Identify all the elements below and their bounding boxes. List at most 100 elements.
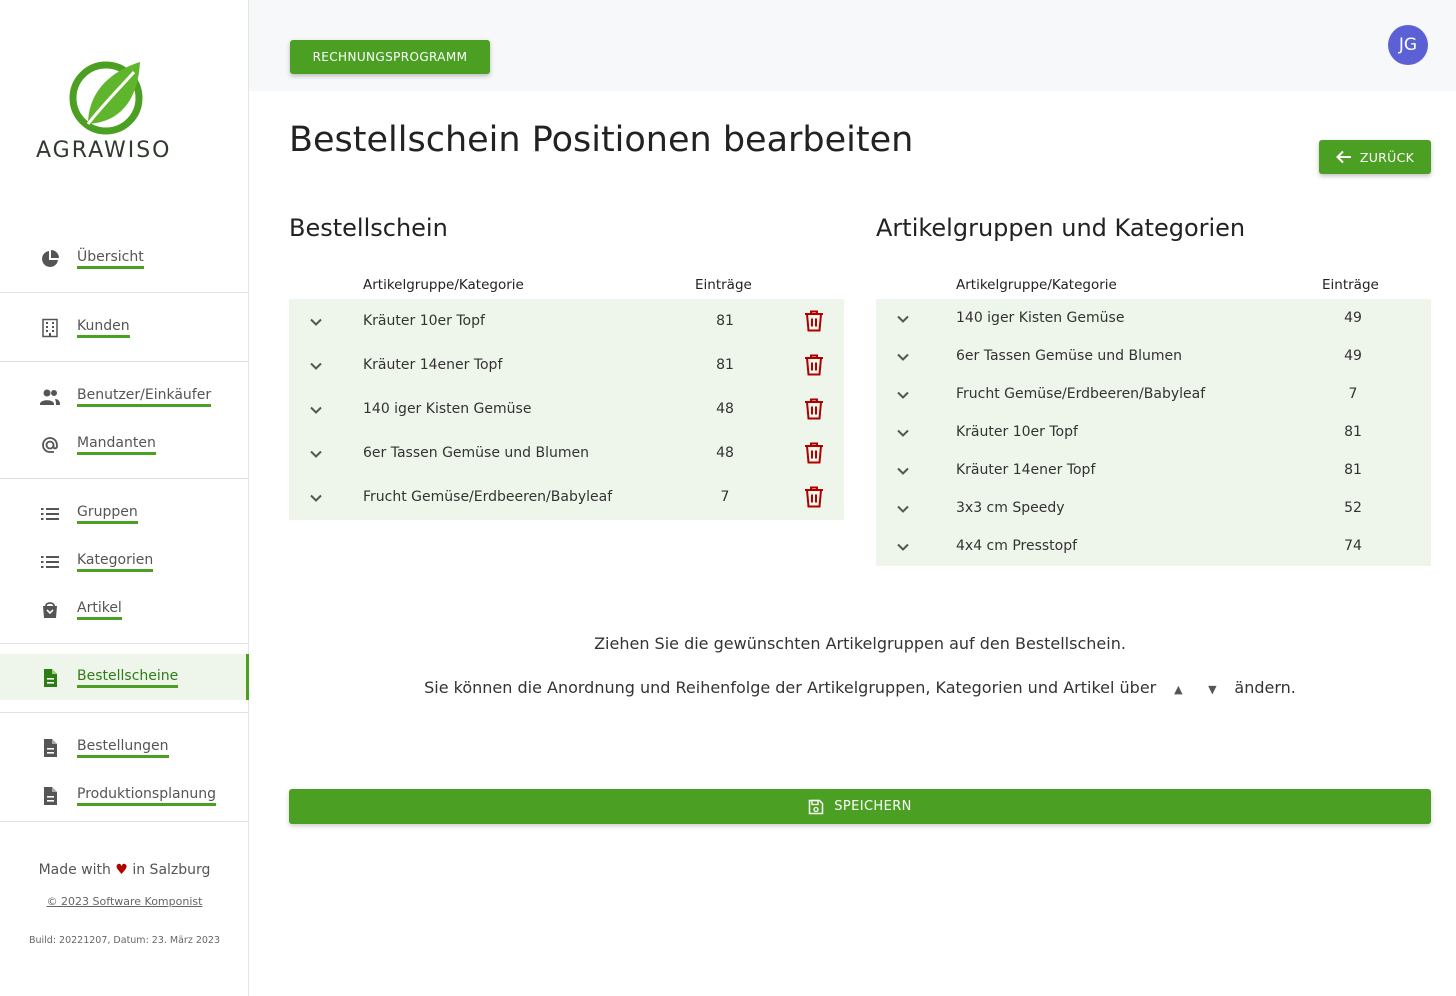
- made-with-text: Made with ♥ in Salzburg: [0, 862, 249, 878]
- sidebar-item-gruppen[interactable]: Gruppen: [0, 490, 249, 536]
- document-icon: [44, 787, 57, 805]
- reorder-hint-suffix: ändern.: [1234, 678, 1296, 697]
- row-name: 6er Tassen Gemüse und Blumen: [363, 445, 589, 461]
- brand-logo[interactable]: AGRAWISO: [36, 58, 196, 168]
- row-name: 3x3 cm Speedy: [956, 500, 1065, 516]
- list-icon: [41, 556, 59, 568]
- chevron-down-icon[interactable]: [896, 464, 910, 478]
- divider: [0, 361, 249, 362]
- made-suffix: in Salzburg: [132, 862, 211, 878]
- table-row[interactable]: Kräuter 14ener Topf 81: [289, 343, 844, 387]
- copyright-link[interactable]: © 2023 Software Komponist: [0, 895, 249, 908]
- sidebar-item-produktionsplanung[interactable]: Produktionsplanung: [0, 772, 249, 818]
- left-col-name-header: Artikelgruppe/Kategorie: [363, 277, 524, 293]
- back-button-label: ZURÜCK: [1359, 149, 1415, 165]
- sidebar-item-label: Gruppen: [77, 503, 138, 524]
- sidebar-item-label: Übersicht: [77, 248, 144, 269]
- chevron-down-icon[interactable]: [309, 403, 323, 417]
- table-row[interactable]: Kräuter 14ener Topf 81: [876, 451, 1431, 489]
- bestellschein-table[interactable]: Kräuter 10er Topf 81 Kräuter 14ener Topf…: [289, 299, 844, 520]
- reorder-hint-prefix: Sie können die Anordnung und Reihenfolge…: [424, 678, 1157, 697]
- trash-icon[interactable]: [804, 486, 824, 508]
- arrow-left-icon: [1335, 150, 1351, 164]
- trash-icon[interactable]: [804, 398, 824, 420]
- chevron-down-icon[interactable]: [896, 350, 910, 364]
- rechnungsprogramm-button[interactable]: RECHNUNGSPROGRAMM: [290, 40, 490, 74]
- row-count: 74: [1344, 538, 1362, 554]
- row-count: 7: [720, 489, 730, 505]
- table-row[interactable]: Frucht Gemüse/Erdbeeren/Babyleaf 7: [876, 375, 1431, 413]
- sidebar-item-label: Kunden: [77, 317, 130, 338]
- sidebar-item-artikel[interactable]: Artikel: [0, 586, 249, 632]
- building-icon: [42, 318, 58, 338]
- row-count: 48: [716, 401, 734, 417]
- row-name: Kräuter 14ener Topf: [363, 357, 503, 373]
- sidebar-item-bestellungen[interactable]: Bestellungen: [0, 724, 249, 770]
- sidebar-item-label: Mandanten: [77, 434, 156, 455]
- made-prefix: Made with: [38, 862, 111, 878]
- row-name: 140 iger Kisten Gemüse: [363, 401, 532, 417]
- save-button-label: SPEICHERN: [834, 799, 912, 814]
- table-row[interactable]: Kräuter 10er Topf 81: [876, 413, 1431, 451]
- sidebar-item-uebersicht[interactable]: Übersicht: [0, 235, 249, 281]
- divider: [0, 821, 249, 822]
- table-row[interactable]: 140 iger Kisten Gemüse 49: [876, 299, 1431, 337]
- chevron-down-icon[interactable]: [309, 315, 323, 329]
- chevron-down-icon[interactable]: [896, 426, 910, 440]
- back-button[interactable]: ZURÜCK: [1319, 140, 1431, 174]
- divider: [0, 643, 249, 644]
- chevron-down-icon[interactable]: [896, 540, 910, 554]
- chevron-down-icon[interactable]: [896, 312, 910, 326]
- divider: [0, 478, 249, 479]
- save-button[interactable]: SPEICHERN: [289, 789, 1431, 824]
- sidebar-item-kategorien[interactable]: Kategorien: [0, 538, 249, 584]
- left-col-count-header: Einträge: [695, 277, 752, 293]
- table-row[interactable]: 6er Tassen Gemüse und Blumen 49: [876, 337, 1431, 375]
- table-row[interactable]: 3x3 cm Speedy 52: [876, 489, 1431, 527]
- chevron-down-icon[interactable]: [309, 359, 323, 373]
- sidebar-item-mandanten[interactable]: Mandanten: [0, 421, 249, 467]
- row-name: Kräuter 10er Topf: [363, 313, 485, 329]
- document-icon: [44, 739, 57, 757]
- document-icon: [44, 669, 57, 687]
- artikelgruppen-title: Artikelgruppen und Kategorien: [876, 214, 1246, 242]
- sidebar-item-label: Kategorien: [77, 551, 154, 572]
- sidebar-item-benutzer[interactable]: Benutzer/Einkäufer: [0, 373, 249, 419]
- row-count: 48: [716, 445, 734, 461]
- table-row[interactable]: 140 iger Kisten Gemüse 48: [289, 387, 844, 431]
- artikelgruppen-table[interactable]: 140 iger Kisten Gemüse 49 6er Tassen Gem…: [876, 299, 1431, 566]
- brand-name: AGRAWISO: [36, 138, 172, 163]
- table-row[interactable]: Kräuter 10er Topf 81: [289, 299, 844, 343]
- right-col-count-header: Einträge: [1322, 277, 1379, 293]
- table-row[interactable]: 4x4 cm Presstopf 74: [876, 527, 1431, 565]
- page-title: Bestellschein Positionen bearbeiten: [289, 120, 914, 160]
- trash-icon[interactable]: [804, 442, 824, 464]
- row-name: Kräuter 10er Topf: [956, 424, 1078, 440]
- chevron-down-icon[interactable]: [309, 491, 323, 505]
- row-count: 81: [1344, 462, 1362, 478]
- row-name: Kräuter 14ener Topf: [956, 462, 1096, 478]
- sidebar-item-kunden[interactable]: Kunden: [0, 304, 249, 350]
- chevron-down-icon[interactable]: [896, 502, 910, 516]
- sidebar-item-label: Artikel: [77, 599, 122, 620]
- sidebar-item-label: Produktionsplanung: [77, 785, 217, 806]
- chevron-down-icon[interactable]: [896, 388, 910, 402]
- row-name: Frucht Gemüse/Erdbeeren/Babyleaf: [363, 489, 613, 505]
- reorder-hint: Sie können die Anordnung und Reihenfolge…: [289, 678, 1431, 697]
- sidebar-item-bestellscheine[interactable]: Bestellscheine: [0, 654, 249, 700]
- sidebar-item-label: Benutzer/Einkäufer: [77, 386, 212, 407]
- table-row[interactable]: Frucht Gemüse/Erdbeeren/Babyleaf 7: [289, 475, 844, 519]
- sidebar-item-label: Bestellscheine: [77, 667, 179, 688]
- trash-icon[interactable]: [804, 354, 824, 376]
- leaf-logo-icon: [69, 61, 143, 135]
- row-count: 52: [1344, 500, 1362, 516]
- chevron-down-icon[interactable]: [309, 447, 323, 461]
- top-bar: RECHNUNGSPROGRAMM JG: [249, 0, 1456, 91]
- avatar[interactable]: JG: [1388, 25, 1428, 65]
- trash-icon[interactable]: [804, 310, 824, 332]
- divider: [0, 712, 249, 713]
- table-row[interactable]: 6er Tassen Gemüse und Blumen 48: [289, 431, 844, 475]
- divider: [0, 292, 249, 293]
- sidebar-item-label: Bestellungen: [77, 737, 169, 758]
- arrow-down-icon: ▼: [1208, 683, 1217, 696]
